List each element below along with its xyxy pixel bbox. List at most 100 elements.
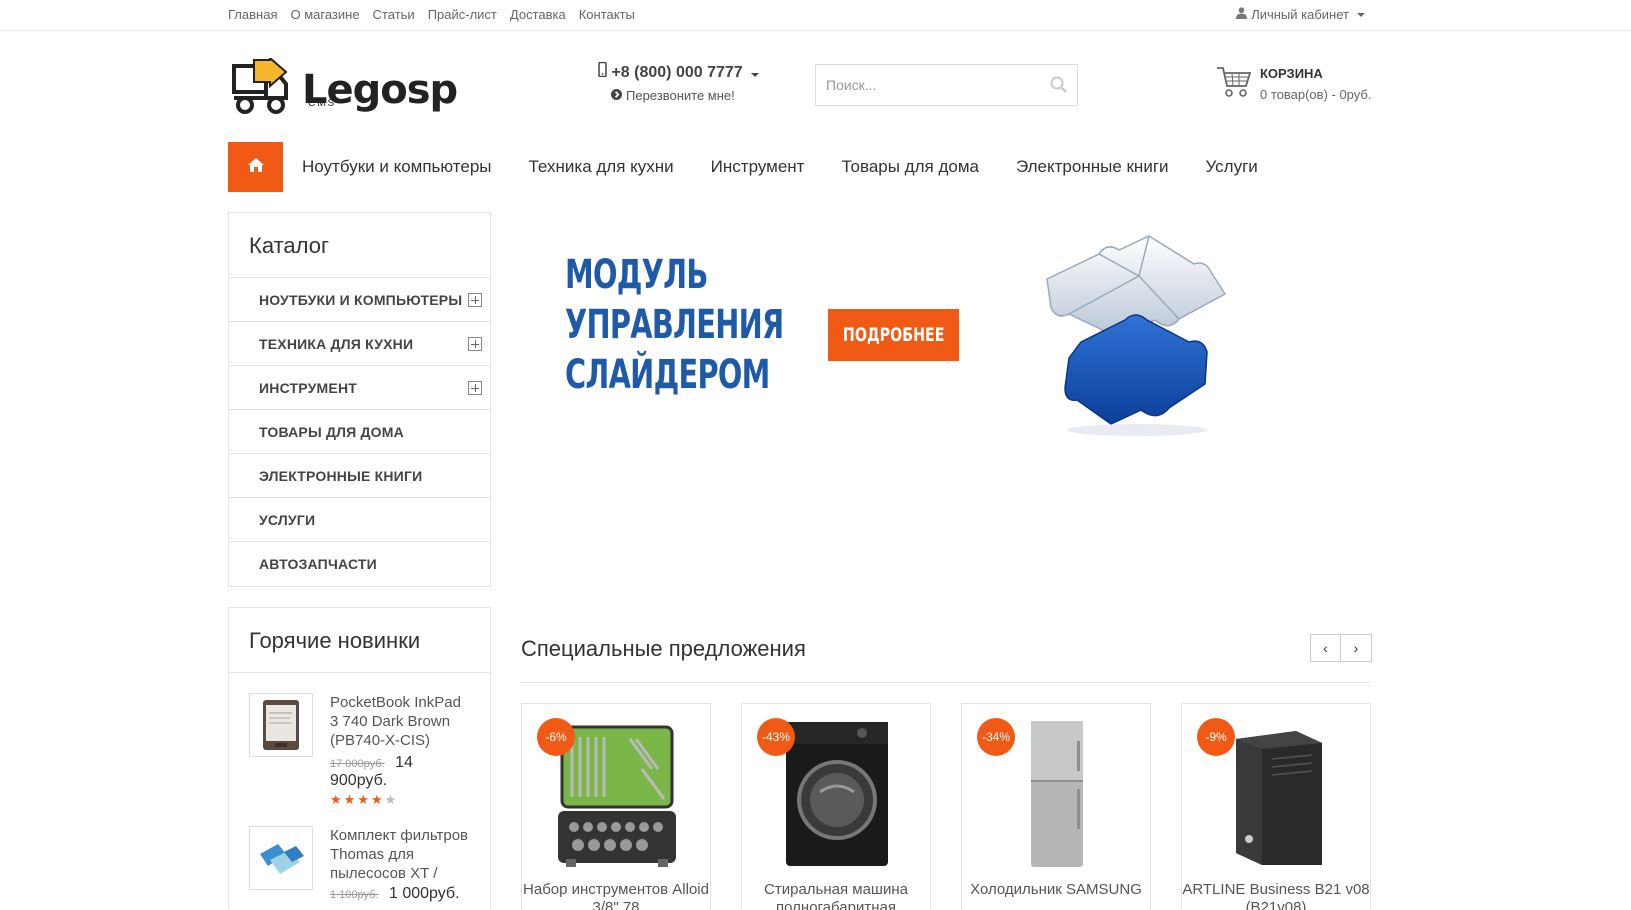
product-name[interactable]: ARTLINE Business B21 v08 (B21v08)	[1182, 881, 1370, 910]
cart-title: КОРЗИНА	[1260, 66, 1323, 81]
nav-item-laptops[interactable]: Ноутбуки и компьютеры	[302, 157, 492, 177]
specials-carousel-controls: ‹ ›	[1310, 634, 1372, 662]
hot-new-sidebar: Горячие новинки PocketBook InkPad 3 740 …	[228, 607, 491, 910]
product-name-link[interactable]: Комплект фильтров Thomas для пылесосов X…	[330, 827, 468, 882]
nav-item-tools[interactable]: Инструмент	[711, 157, 805, 177]
logo[interactable]: Legosp CMS	[230, 55, 458, 121]
slide-heading-line: Модуль	[565, 252, 708, 298]
star-icon: ★	[357, 792, 371, 807]
product-card[interactable]: -6% Набор инструментов Alloid 3/8" 78	[521, 703, 711, 910]
catalog-item-services[interactable]: Услуги	[229, 498, 490, 542]
search-input[interactable]	[816, 77, 1036, 93]
product-name-link[interactable]: PocketBook InkPad 3 740 Dark Brown (PB74…	[330, 694, 461, 749]
catalog-item-ebooks[interactable]: Электронные книги	[229, 454, 490, 498]
next-button[interactable]: ›	[1341, 634, 1372, 662]
list-item: PocketBook InkPad 3 740 Dark Brown (PB74…	[229, 693, 490, 808]
discount-badge: -6%	[537, 718, 575, 756]
slide-heading-line: слайдером	[565, 352, 770, 398]
slide-heading: Модуль управления слайдером	[565, 250, 784, 400]
catalog-item-label: Инструмент	[259, 379, 358, 396]
truck-logo-icon	[230, 55, 292, 121]
catalog-title: Каталог	[229, 213, 490, 278]
topnav-home-link[interactable]: Главная	[228, 7, 277, 22]
cart-summary: 0 товар(ов) - 0руб.	[1260, 87, 1372, 102]
banner-slider[interactable]: Модуль управления слайдером Подробнее	[521, 212, 1336, 452]
chevron-circle-right-icon	[611, 88, 622, 103]
catalog-item-tools[interactable]: Инструмент	[229, 366, 490, 410]
specials-title: Специальные предложения	[521, 636, 806, 661]
product-thumbnail[interactable]	[249, 826, 313, 890]
phone-number: +8 (800) 000 7777	[611, 64, 743, 81]
catalog-item-label: Товары для дома	[259, 423, 404, 440]
product-card[interactable]: -34% Холодильник SAMSUNG	[961, 703, 1151, 910]
product-card[interactable]: -9% ARTLINE Business B21 v08 (B21v08)	[1181, 703, 1371, 910]
catalog-item-label: Техника для кухни	[259, 335, 414, 352]
logo-subtext: CMS	[308, 98, 337, 109]
product-name[interactable]: Стиральная машина полногабаритная	[742, 881, 930, 910]
product-thumbnail[interactable]	[249, 693, 313, 757]
main-nav: Ноутбуки и компьютеры Техника для кухни …	[228, 142, 1276, 192]
top-bar: Главная О магазине Статьи Прайс-лист Дос…	[0, 0, 1631, 31]
cart-icon	[1216, 66, 1252, 103]
product-name[interactable]: Набор инструментов Alloid 3/8" 78	[522, 881, 710, 910]
topnav-articles-link[interactable]: Статьи	[373, 7, 415, 22]
hot-new-title: Горячие новинки	[229, 608, 490, 673]
more-button-label: Подробнее	[842, 324, 945, 346]
callback-label: Перезвоните мне!	[626, 88, 735, 103]
old-price: 1 100руб.	[330, 889, 379, 901]
product-name[interactable]: Холодильник SAMSUNG	[962, 881, 1150, 899]
discount-badge: -43%	[757, 718, 795, 756]
topnav-about-link[interactable]: О магазине	[290, 7, 359, 22]
home-button[interactable]	[228, 142, 283, 192]
expand-plus-icon[interactable]	[468, 336, 482, 351]
chevron-right-icon: ›	[1353, 640, 1359, 656]
divider	[521, 682, 1371, 683]
star-icon: ★	[330, 792, 344, 807]
chevron-down-icon	[751, 73, 760, 77]
catalog-item-label: Услуги	[259, 511, 316, 528]
nav-item-ebooks[interactable]: Электронные книги	[1016, 157, 1169, 177]
star-icon: ★	[343, 792, 358, 807]
cart-widget[interactable]: КОРЗИНА 0 товар(ов) - 0руб.	[1216, 66, 1371, 103]
topnav-pricelist-link[interactable]: Прайс-лист	[428, 7, 497, 22]
catalog-item-home-goods[interactable]: Товары для дома	[229, 410, 490, 454]
mobile-phone-icon	[598, 61, 611, 81]
expand-plus-icon[interactable]	[468, 380, 482, 395]
chevron-down-icon	[1357, 12, 1365, 17]
prev-button[interactable]: ‹	[1310, 634, 1341, 662]
price: 1 000руб.	[388, 885, 460, 902]
old-price: 17 000руб.	[330, 758, 385, 770]
catalog-item-autoparts[interactable]: Автозапчасти	[229, 542, 490, 586]
discount-badge: -34%	[977, 718, 1015, 756]
puzzle-image	[1029, 224, 1245, 440]
home-icon	[247, 157, 265, 178]
discount-badge: -9%	[1197, 718, 1235, 756]
callback-link[interactable]: Перезвоните мне!	[611, 88, 735, 103]
expand-plus-icon[interactable]	[468, 292, 482, 307]
nav-item-services[interactable]: Услуги	[1206, 157, 1258, 177]
specials-products: -6% Набор инструментов Alloid 3/8" 78 -4…	[521, 703, 1371, 910]
nav-item-kitchen[interactable]: Техника для кухни	[529, 157, 674, 177]
catalog-item-label: Ноутбуки и компьютеры	[259, 291, 463, 308]
nav-item-home-goods[interactable]: Товары для дома	[841, 157, 979, 177]
chevron-left-icon: ‹	[1323, 640, 1328, 656]
catalog-item-label: Автозапчасти	[259, 556, 377, 572]
topnav-delivery-link[interactable]: Доставка	[510, 7, 566, 22]
topnav-contacts-link[interactable]: Контакты	[579, 7, 635, 22]
list-item: Комплект фильтров Thomas для пылесосов X…	[229, 826, 490, 903]
top-nav: Главная О магазине Статьи Прайс-лист Дос…	[228, 7, 648, 22]
more-button[interactable]: Подробнее	[828, 309, 959, 361]
rating-stars: ★★★★★	[330, 792, 472, 808]
phone-dropdown[interactable]: +8 (800) 000 7777	[598, 61, 760, 82]
catalog-item-kitchen[interactable]: Техника для кухни	[229, 322, 490, 366]
catalog-item-laptops[interactable]: Ноутбуки и компьютеры	[229, 278, 490, 322]
catalog-sidebar: Каталог Ноутбуки и компьютеры Техника дл…	[228, 212, 491, 587]
account-dropdown[interactable]: Личный кабинет	[1236, 7, 1365, 22]
slide-heading-line: управления	[565, 302, 784, 348]
account-label: Личный кабинет	[1251, 7, 1349, 22]
star-icon: ★	[370, 792, 385, 807]
product-card[interactable]: -43% Стиральная машина полногабаритная	[741, 703, 931, 910]
catalog-item-label: Электронные книги	[259, 467, 423, 484]
search-icon[interactable]	[1050, 76, 1067, 98]
star-empty-icon: ★	[384, 792, 399, 807]
